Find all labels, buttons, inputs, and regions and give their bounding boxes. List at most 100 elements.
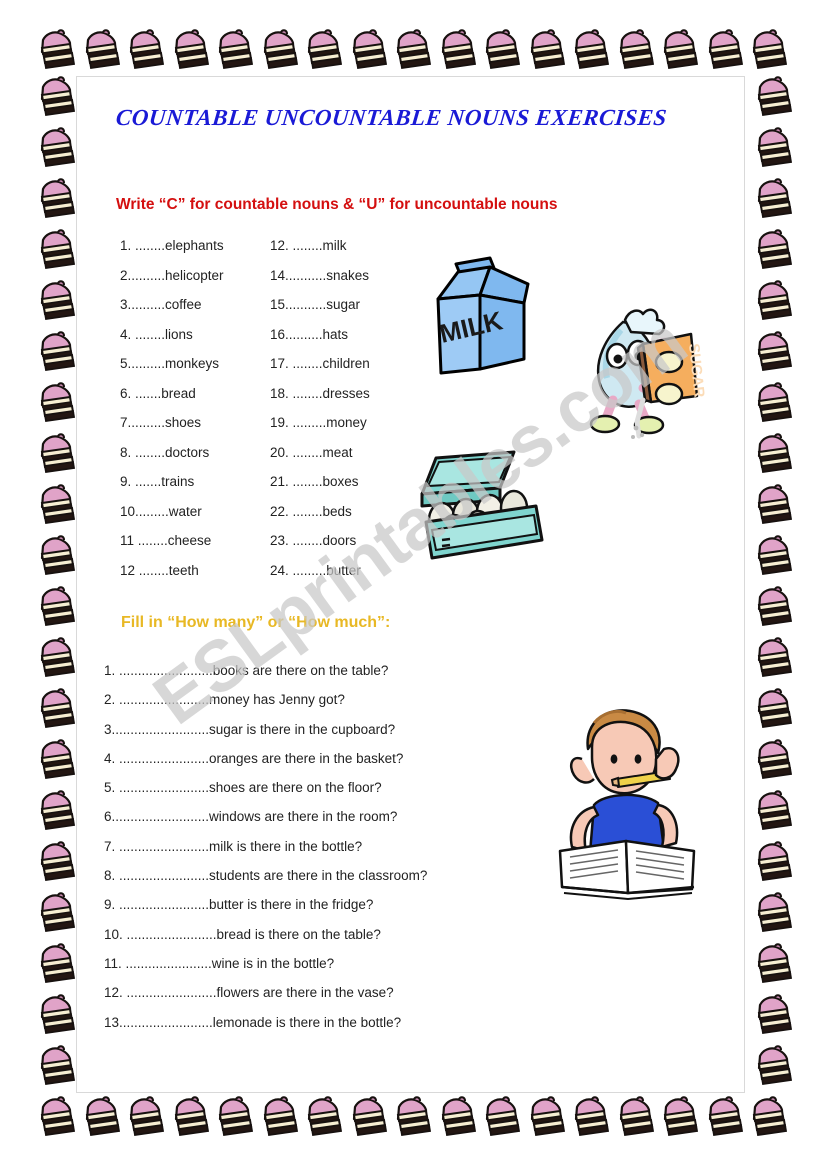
cake-slice-icon <box>122 1095 168 1141</box>
cake-slice-icon <box>523 1095 569 1141</box>
boy-reading-illustration <box>546 701 711 901</box>
cake-slice-icon <box>750 177 796 223</box>
cake-slice-icon <box>750 126 796 172</box>
word-list-item[interactable]: 8. ........doctors <box>120 438 270 468</box>
cake-slice-icon <box>701 28 747 74</box>
cake-slice-icon <box>750 483 796 529</box>
cake-slice-icon <box>750 1044 796 1090</box>
cake-slice-icon <box>389 1095 435 1141</box>
cake-slice-icon <box>750 432 796 478</box>
cake-slice-icon <box>750 585 796 631</box>
word-list-item[interactable]: 9. .......trains <box>120 467 270 497</box>
question-item[interactable]: 7. ........................milk is there… <box>104 832 604 861</box>
sugar-character-illustration: SUGAR <box>581 304 706 439</box>
cake-slice-icon <box>33 330 79 376</box>
cake-slice-icon <box>300 28 346 74</box>
cake-slice-icon <box>33 75 79 121</box>
word-list-item[interactable]: 20. ........meat <box>270 438 420 468</box>
cake-slice-icon <box>434 28 480 74</box>
cake-slice-icon <box>745 1095 791 1141</box>
word-list-item[interactable]: 2..........helicopter <box>120 261 270 291</box>
question-item[interactable]: 13.........................lemonade is t… <box>104 1008 604 1037</box>
cake-slice-icon <box>33 840 79 886</box>
cake-slice-icon <box>750 687 796 733</box>
word-list-item[interactable]: 19. .........money <box>270 408 420 438</box>
question-item[interactable]: 11. .......................wine is in th… <box>104 949 604 978</box>
question-item[interactable]: 1. .........................books are th… <box>104 656 604 685</box>
question-item[interactable]: 10. ........................bread is the… <box>104 920 604 949</box>
word-list-item[interactable]: 16..........hats <box>270 320 420 350</box>
cake-slice-icon <box>211 28 257 74</box>
word-list-item[interactable]: 10.........water <box>120 497 270 527</box>
word-list-item[interactable]: 3..........coffee <box>120 290 270 320</box>
cake-slice-icon <box>167 1095 213 1141</box>
cake-slice-icon <box>33 28 79 74</box>
cake-slice-icon <box>389 28 435 74</box>
cake-slice-icon <box>33 432 79 478</box>
cake-slice-icon <box>523 28 569 74</box>
cake-slice-icon <box>750 840 796 886</box>
cake-slice-icon <box>701 1095 747 1141</box>
cake-slice-icon <box>33 585 79 631</box>
word-list-item[interactable]: 23. ........doors <box>270 526 420 556</box>
word-list-column-2: 12. ........milk 14...........snakes 15...… <box>270 231 420 585</box>
word-list-item[interactable]: 11 ........cheese <box>120 526 270 556</box>
cake-slice-icon <box>750 381 796 427</box>
cake-slice-icon <box>750 75 796 121</box>
question-item[interactable]: 6..........................windows are t… <box>104 802 604 831</box>
egg-carton-illustration <box>414 448 549 563</box>
question-item[interactable]: 3..........................sugar is ther… <box>104 715 604 744</box>
cake-slice-icon <box>33 228 79 274</box>
cake-slice-icon <box>750 636 796 682</box>
word-list-item[interactable]: 15...........sugar <box>270 290 420 320</box>
word-list-item[interactable]: 6. .......bread <box>120 379 270 409</box>
worksheet-content: COUNTABLE UNCOUNTABLE NOUNS EXERCISES Wr… <box>76 76 745 1093</box>
cake-slice-icon <box>33 1044 79 1090</box>
cake-slice-icon <box>478 1095 524 1141</box>
section2-heading: Fill in “How many” or “How much”: <box>121 614 391 631</box>
cake-slice-icon <box>33 687 79 733</box>
cake-slice-icon <box>33 177 79 223</box>
cake-slice-icon <box>33 483 79 529</box>
cake-slice-icon <box>211 1095 257 1141</box>
word-list-column-1: 1. ........elephants 2..........helicopte… <box>120 231 270 585</box>
cake-slice-icon <box>750 891 796 937</box>
cake-slice-icon <box>33 636 79 682</box>
cake-slice-icon <box>33 738 79 784</box>
word-list-item[interactable]: 5..........monkeys <box>120 349 270 379</box>
cake-slice-icon <box>33 534 79 580</box>
word-list-item[interactable]: 14...........snakes <box>270 261 420 291</box>
cake-slice-icon <box>612 1095 658 1141</box>
word-list-item[interactable]: 17. ........children <box>270 349 420 379</box>
section1-instruction: Write “C” for countable nouns & “U” for … <box>116 196 558 213</box>
word-list-item[interactable]: 7..........shoes <box>120 408 270 438</box>
cake-slice-icon <box>750 330 796 376</box>
question-item[interactable]: 2. ........................money has Jen… <box>104 685 604 714</box>
question-item[interactable]: 4. ........................oranges are t… <box>104 744 604 773</box>
cake-slice-icon <box>167 28 213 74</box>
word-list-item[interactable]: 18. ........dresses <box>270 379 420 409</box>
cake-slice-icon <box>750 789 796 835</box>
cake-slice-icon <box>33 993 79 1039</box>
cake-slice-icon <box>33 789 79 835</box>
word-list-item[interactable]: 12. ........milk <box>270 231 420 261</box>
question-item[interactable]: 8. ........................students are … <box>104 861 604 890</box>
word-list-item[interactable]: 21. ........boxes <box>270 467 420 497</box>
question-item[interactable]: 9. ........................butter is the… <box>104 890 604 919</box>
question-item[interactable]: 12. ........................flowers are … <box>104 978 604 1007</box>
word-list-item[interactable]: 12 ........teeth <box>120 556 270 586</box>
cake-slice-icon <box>256 28 302 74</box>
word-list-item[interactable]: 24. .........butter <box>270 556 420 586</box>
cake-slice-icon <box>33 1095 79 1141</box>
cake-slice-icon <box>750 942 796 988</box>
word-list-item[interactable]: 22. ........beds <box>270 497 420 527</box>
page-title: COUNTABLE UNCOUNTABLE NOUNS EXERCISES <box>114 105 669 130</box>
word-list-item[interactable]: 1. ........elephants <box>120 231 270 261</box>
cake-slice-icon <box>612 28 658 74</box>
cake-slice-icon <box>78 28 124 74</box>
cake-slice-icon <box>33 279 79 325</box>
cake-slice-icon <box>33 381 79 427</box>
cake-slice-icon <box>300 1095 346 1141</box>
word-list-item[interactable]: 4. ........lions <box>120 320 270 350</box>
question-item[interactable]: 5. ........................shoes are the… <box>104 773 604 802</box>
